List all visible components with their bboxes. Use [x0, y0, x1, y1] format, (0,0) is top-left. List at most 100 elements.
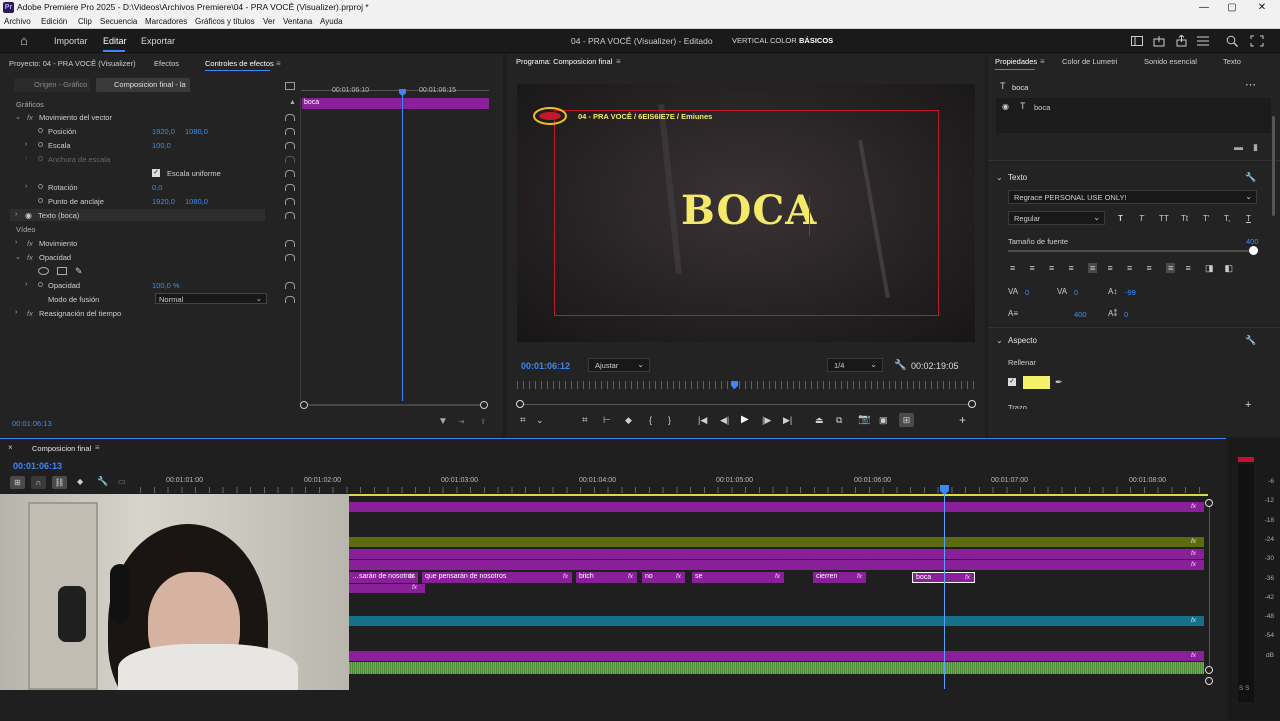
quick-export-icon[interactable] [1153, 35, 1165, 47]
text-clip[interactable]: …sarán de nosotros fx [349, 572, 418, 583]
timeline-timecode[interactable]: 00:01:06:13 [13, 461, 62, 471]
play-icon[interactable]: ▶ [741, 414, 749, 425]
boca-title-text[interactable]: BOCA [681, 187, 817, 234]
scroll-up-arrow[interactable]: ▲ [289, 99, 296, 106]
tab-editar[interactable]: Editar [103, 36, 127, 46]
justify-right-icon[interactable]: ≡ [1108, 263, 1113, 273]
mark-out-icon[interactable]: } [668, 415, 671, 425]
reset-icon[interactable] [285, 282, 295, 289]
program-zoom-handle-left[interactable] [516, 400, 524, 408]
stopwatch-icon[interactable] [38, 282, 43, 287]
underline-button[interactable]: T [1246, 214, 1251, 223]
tab-essential-sound[interactable]: Sonido esencial [1144, 54, 1197, 70]
close-window-button[interactable]: ✕ [1248, 0, 1276, 15]
font-dropdown[interactable]: Regrace PERSONAL USE ONLY! ⌄ [1008, 190, 1257, 204]
expand-motion-icon[interactable]: › [15, 239, 17, 246]
sequence-tab[interactable]: Composicion final - la [96, 78, 190, 92]
search-icon[interactable] [1226, 35, 1238, 47]
eye-icon[interactable]: ◉ [25, 211, 32, 220]
collapse-appearance-icon[interactable]: ⌄ [996, 336, 1003, 345]
fill-color-swatch[interactable] [1023, 376, 1050, 389]
settings-grid-icon[interactable]: ⌗ [520, 415, 526, 426]
menu-lines-icon[interactable] [1197, 36, 1209, 46]
reset-icon[interactable] [285, 142, 295, 149]
export-clip-icon[interactable]: ⇪ [480, 417, 486, 426]
marker-icon[interactable]: ◆ [625, 415, 632, 426]
resolution-dropdown[interactable]: 1/4 ⌄ [827, 358, 883, 372]
video-clip-v6[interactable]: fx [349, 549, 1204, 559]
insert-marker-icon[interactable]: ⊢ [603, 415, 611, 426]
text-clip[interactable]: cierren fx [813, 572, 866, 583]
video-clip-v5[interactable]: fx [349, 560, 1204, 570]
go-to-out-icon[interactable]: ▶| [783, 415, 792, 426]
eyedropper-icon[interactable]: ✒ [1055, 377, 1063, 388]
tab-properties[interactable]: Propiedades [995, 54, 1037, 70]
fit-dropdown[interactable]: Ajustar ⌄ [588, 358, 650, 372]
stopwatch-icon[interactable] [38, 184, 43, 189]
tab-project[interactable]: Proyecto: 04 - PRA VOCÊ (Visualizer) [9, 56, 136, 72]
solo-buttons[interactable]: S S [1239, 685, 1249, 692]
subscript-button[interactable]: T, [1224, 214, 1230, 223]
program-video-frame[interactable]: 04 - PRA VOCÊ / 6EIS6IE7E / Emiunes BOCA [517, 84, 975, 342]
program-zoom-bar[interactable] [520, 404, 972, 405]
tab-text[interactable]: Texto [1223, 54, 1241, 70]
align-right-icon[interactable]: ≡ [1049, 263, 1054, 273]
toggle-proxy-icon[interactable]: ⊞ [899, 413, 914, 427]
lift-icon[interactable]: ⏏ [815, 415, 824, 426]
video-clip-v9[interactable]: fx [349, 502, 1204, 512]
wrench-icon[interactable]: 🔧 [1245, 172, 1256, 183]
position-x-value[interactable]: 1920,0 [152, 127, 175, 136]
home-icon[interactable]: ⌂ [20, 33, 28, 48]
wrench-icon[interactable]: 🔧 [894, 360, 906, 371]
reset-icon[interactable] [285, 296, 295, 303]
menu-edicion[interactable]: Edición [41, 15, 67, 29]
reset-icon[interactable] [285, 170, 295, 177]
fill-checkbox[interactable]: ✓ [1008, 378, 1016, 386]
camera-icon[interactable]: 📷 [858, 414, 870, 425]
align-left-icon[interactable]: ≡ [1010, 263, 1015, 273]
tab-importar[interactable]: Importar [54, 36, 88, 46]
audio-clip-a1[interactable]: fx [349, 651, 1204, 661]
menu-ayuda[interactable]: Ayuda [320, 15, 343, 29]
tab-lumetri-color[interactable]: Color de Lumetri [1062, 54, 1117, 70]
reset-icon[interactable] [285, 198, 295, 205]
bold-button[interactable]: T [1118, 214, 1123, 223]
menu-marcadores[interactable]: Marcadores [145, 15, 187, 29]
expand-rotation-icon[interactable]: › [25, 183, 27, 190]
tsume-value[interactable]: 0 [1124, 310, 1128, 319]
eye-icon[interactable]: ◉ [1002, 102, 1009, 111]
font-style-dropdown[interactable]: Regular ⌄ [1008, 211, 1105, 225]
video-clip-v7[interactable]: fx [349, 537, 1204, 547]
all-caps-button[interactable]: TT [1159, 214, 1169, 223]
layout-basicos[interactable]: BÁSICOS [799, 36, 833, 45]
safe-margins-icon[interactable]: ⌗ [582, 415, 588, 426]
expand-scale-icon[interactable]: › [25, 141, 27, 148]
timeline-vertical-scrollbar[interactable] [1209, 504, 1210, 669]
layout-vertical[interactable]: VERTICAL [732, 36, 769, 45]
filter-icon[interactable]: ▼ [438, 416, 448, 427]
text-clip[interactable]: se fx [692, 572, 784, 583]
vscroll-handle-top[interactable] [1205, 499, 1213, 507]
go-to-in-icon[interactable]: |◀ [698, 415, 707, 426]
justify-all-icon[interactable]: ≡ [1127, 263, 1132, 273]
reset-icon[interactable] [285, 128, 295, 135]
text-clip[interactable]: que pensarán de nosotros fx [422, 572, 572, 583]
rotation-value[interactable]: 0,0 [152, 183, 162, 192]
text-clip[interactable]: bitch fx [576, 572, 637, 583]
opacity-value[interactable]: 100,0 % [152, 281, 180, 290]
more-options-icon[interactable]: ⋯ [1245, 78, 1256, 91]
justify-left-icon[interactable]: ≡ [1069, 263, 1074, 273]
program-time-ruler[interactable] [517, 381, 975, 389]
layout-color[interactable]: COLOR [770, 36, 797, 45]
baseline-value[interactable]: -99 [1125, 288, 1136, 297]
anchor-y-value[interactable]: 1080,0 [185, 197, 208, 206]
play-audio-icon[interactable]: ⇥ [458, 417, 464, 426]
panel-menu-icon[interactable]: ≡ [1040, 54, 1045, 70]
trash-icon[interactable]: ▮ [1253, 142, 1258, 153]
expand-vector-motion-icon[interactable]: ⌄ [15, 113, 21, 121]
properties-scrollbar[interactable] [1272, 116, 1275, 216]
panel-layout-icon[interactable] [1131, 36, 1143, 46]
menu-secuencia[interactable]: Secuencia [100, 15, 137, 29]
source-tab[interactable]: Origen - Gráfico [14, 78, 90, 92]
expand-text-layer-icon[interactable]: › [15, 211, 17, 218]
